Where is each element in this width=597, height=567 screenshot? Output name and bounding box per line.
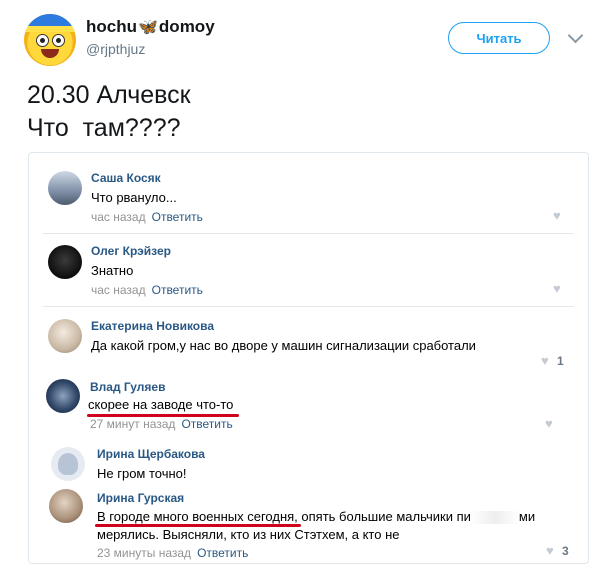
commenter-avatar[interactable] bbox=[51, 447, 85, 481]
divider bbox=[43, 306, 574, 307]
heart-icon[interactable]: ♥ bbox=[545, 416, 553, 431]
reply-link[interactable]: Ответить bbox=[152, 210, 203, 224]
commenter-avatar[interactable] bbox=[48, 171, 82, 205]
heart-icon[interactable]: ♥ bbox=[541, 353, 549, 368]
comment-text: В городе много военных сегодня, опять бо… bbox=[97, 508, 535, 525]
user-handle[interactable]: @rjpthjuz bbox=[86, 41, 145, 57]
redacted-blur bbox=[470, 511, 519, 525]
comment-time: час назад bbox=[91, 210, 146, 224]
comment-text: скорее на заводе что-то bbox=[88, 397, 234, 412]
display-name[interactable]: hochu🦋domoy bbox=[86, 17, 215, 37]
heart-icon[interactable]: ♥ bbox=[553, 208, 561, 223]
comment-text: Не гром точно! bbox=[97, 466, 187, 481]
comment-time: час назад bbox=[91, 283, 146, 297]
tweet-text: 20.30 Алчевск Что там???? bbox=[27, 81, 191, 142]
comment-author[interactable]: Ирина Щербакова bbox=[97, 447, 205, 461]
comment-time: 27 минут назад bbox=[90, 417, 176, 431]
comment-text: Знатно bbox=[91, 263, 134, 278]
comment-text: Что рвануло... bbox=[91, 190, 177, 205]
comment-text-line1: В городе много военных сегодня, опять бо… bbox=[97, 509, 471, 524]
commenter-avatar[interactable] bbox=[48, 319, 82, 353]
comment-author[interactable]: Саша Косяк bbox=[91, 171, 161, 185]
default-avatar-icon bbox=[58, 453, 78, 475]
like-count: 1 bbox=[557, 354, 564, 368]
comment-text-line2: мерялись. Выясняли, кто из них Стэтхем, … bbox=[97, 527, 400, 542]
divider bbox=[43, 233, 574, 234]
comment-author[interactable]: Влад Гуляев bbox=[90, 380, 165, 394]
tweet-header: hochu🦋domoy @rjpthjuz Читать bbox=[0, 0, 597, 75]
reply-link[interactable]: Ответить bbox=[181, 417, 232, 431]
comment-author[interactable]: Ирина Гурская bbox=[97, 491, 184, 505]
comment-text-line1-end: ми bbox=[518, 509, 536, 524]
comment-text: Да какой гром,у нас во дворе у машин сиг… bbox=[91, 338, 476, 353]
follow-button[interactable]: Читать bbox=[448, 22, 550, 54]
comment-author[interactable]: Екатерина Новикова bbox=[91, 319, 214, 333]
commenter-avatar[interactable] bbox=[46, 379, 80, 413]
user-avatar[interactable] bbox=[24, 14, 76, 66]
like-count: 3 bbox=[562, 544, 569, 558]
display-name-part1: hochu bbox=[86, 17, 137, 36]
reply-link[interactable]: Ответить bbox=[152, 283, 203, 297]
commenter-avatar[interactable] bbox=[48, 245, 82, 279]
reply-link[interactable]: Ответить bbox=[197, 546, 248, 560]
comment-meta: час назад Ответить bbox=[91, 283, 203, 297]
heart-icon[interactable]: ♥ bbox=[546, 543, 554, 558]
comment-meta: час назад Ответить bbox=[91, 210, 203, 224]
attached-screenshot[interactable]: Саша Косяк Что рвануло... час назад Ответ… bbox=[28, 152, 589, 564]
heart-icon[interactable]: ♥ bbox=[553, 281, 561, 296]
comment-author[interactable]: Олег Крэйзер bbox=[91, 244, 171, 258]
butterfly-emoji: 🦋 bbox=[138, 19, 158, 36]
display-name-part2: domoy bbox=[158, 17, 215, 36]
comment-time: 23 минуты назад bbox=[97, 546, 192, 560]
comment-meta: 27 минут назад Ответить bbox=[90, 417, 233, 431]
comment-meta: 23 минуты назад Ответить bbox=[97, 546, 248, 560]
chevron-down-icon[interactable] bbox=[567, 27, 584, 44]
commenter-avatar[interactable] bbox=[49, 489, 83, 523]
